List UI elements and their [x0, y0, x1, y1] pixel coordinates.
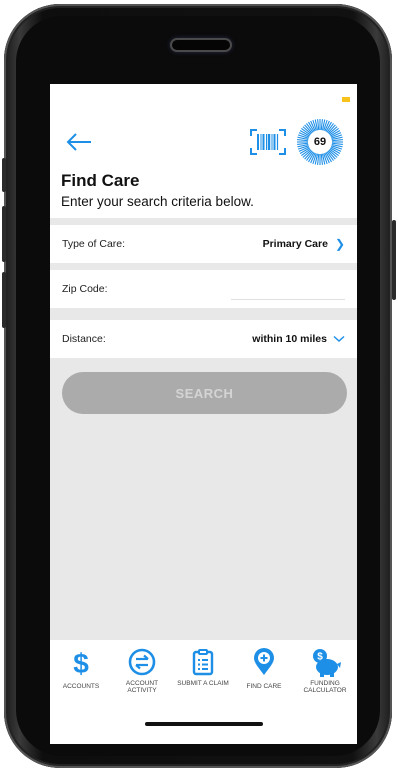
zip-code-label: Zip Code: [62, 283, 108, 295]
page-subtitle: Enter your search criteria below. [61, 194, 254, 209]
clipboard-icon [192, 649, 214, 676]
barcode-scan-icon[interactable] [250, 129, 286, 155]
tab-label: SUBMIT A CLAIM [177, 680, 229, 687]
transfer-arrows-icon [128, 648, 156, 676]
tab-funding-calculator[interactable]: $ FUNDING CALCULATOR [294, 640, 356, 700]
svg-text:$: $ [317, 652, 323, 663]
piggy-bank-icon: $ [313, 649, 341, 677]
phone-side-button [392, 220, 396, 300]
rewards-badge[interactable]: 69 [296, 118, 344, 166]
tab-find-care[interactable]: FIND CARE [233, 640, 295, 700]
tab-accounts[interactable]: $ ACCOUNTS [50, 640, 112, 700]
chevron-right-icon: ❯ [334, 237, 345, 251]
phone-side-button [2, 158, 6, 192]
type-of-care-row[interactable]: Type of Care: Primary Care ❯ [50, 225, 357, 263]
chevron-down-icon [333, 335, 345, 343]
app-screen: 69 Find Care Enter your search criteria … [50, 84, 357, 744]
distance-label: Distance: [62, 333, 106, 345]
header: 69 Find Care Enter your search criteria … [50, 84, 357, 218]
tab-label: FIND CARE [246, 683, 282, 690]
zip-code-input[interactable] [231, 278, 345, 300]
map-pin-plus-icon [254, 648, 274, 675]
dollar-icon: $ [73, 648, 89, 676]
type-of-care-label: Type of Care: [62, 238, 126, 250]
tab-label: FUNDING CALCULATOR [303, 680, 347, 694]
tab-account-activity[interactable]: ACCOUNT ACTIVITY [111, 640, 173, 700]
status-indicator [342, 97, 350, 102]
type-of-care-value: Primary Care [262, 238, 328, 250]
tab-submit-a-claim[interactable]: SUBMIT A CLAIM [172, 640, 234, 700]
distance-value: within 10 miles [252, 333, 327, 345]
back-arrow-icon[interactable] [64, 130, 94, 154]
phone-side-button [2, 272, 6, 328]
home-indicator [145, 722, 263, 726]
zip-code-row: Zip Code: [50, 270, 357, 308]
tab-label: ACCOUNT ACTIVITY [125, 680, 159, 694]
phone-speaker [172, 40, 230, 50]
badge-count: 69 [313, 136, 327, 148]
phone-side-button [2, 206, 6, 262]
page-title: Find Care [61, 171, 140, 190]
search-button[interactable]: SEARCH [62, 372, 347, 414]
bottom-tab-bar: $ ACCOUNTS ACCOUNT ACTIVITY SUBMIT A CLA… [50, 640, 357, 744]
tab-label: ACCOUNTS [62, 683, 100, 690]
svg-text:$: $ [73, 648, 89, 676]
distance-row[interactable]: Distance: within 10 miles [50, 320, 357, 358]
